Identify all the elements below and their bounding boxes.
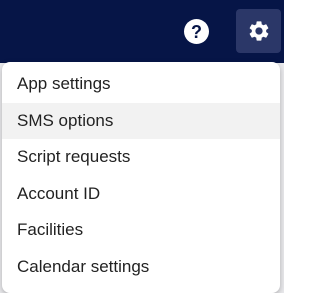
- menu-item-calendar-settings[interactable]: Calendar settings: [2, 249, 280, 286]
- question-circle-icon: ?: [191, 21, 202, 42]
- app-page: ? App settings SMS options Script reques…: [0, 0, 284, 293]
- menu-item-account-id[interactable]: Account ID: [2, 176, 280, 213]
- settings-button[interactable]: [236, 9, 281, 53]
- menu-item-app-settings[interactable]: App settings: [2, 66, 280, 103]
- menu-item-script-requests[interactable]: Script requests: [2, 139, 280, 176]
- top-navigation-bar: ?: [0, 0, 284, 63]
- settings-dropdown-menu: App settings SMS options Script requests…: [2, 62, 280, 293]
- gear-icon: [249, 21, 268, 41]
- menu-item-sms-options[interactable]: SMS options: [2, 102, 280, 139]
- help-button[interactable]: ?: [184, 19, 209, 44]
- menu-item-facilities[interactable]: Facilities: [2, 212, 280, 249]
